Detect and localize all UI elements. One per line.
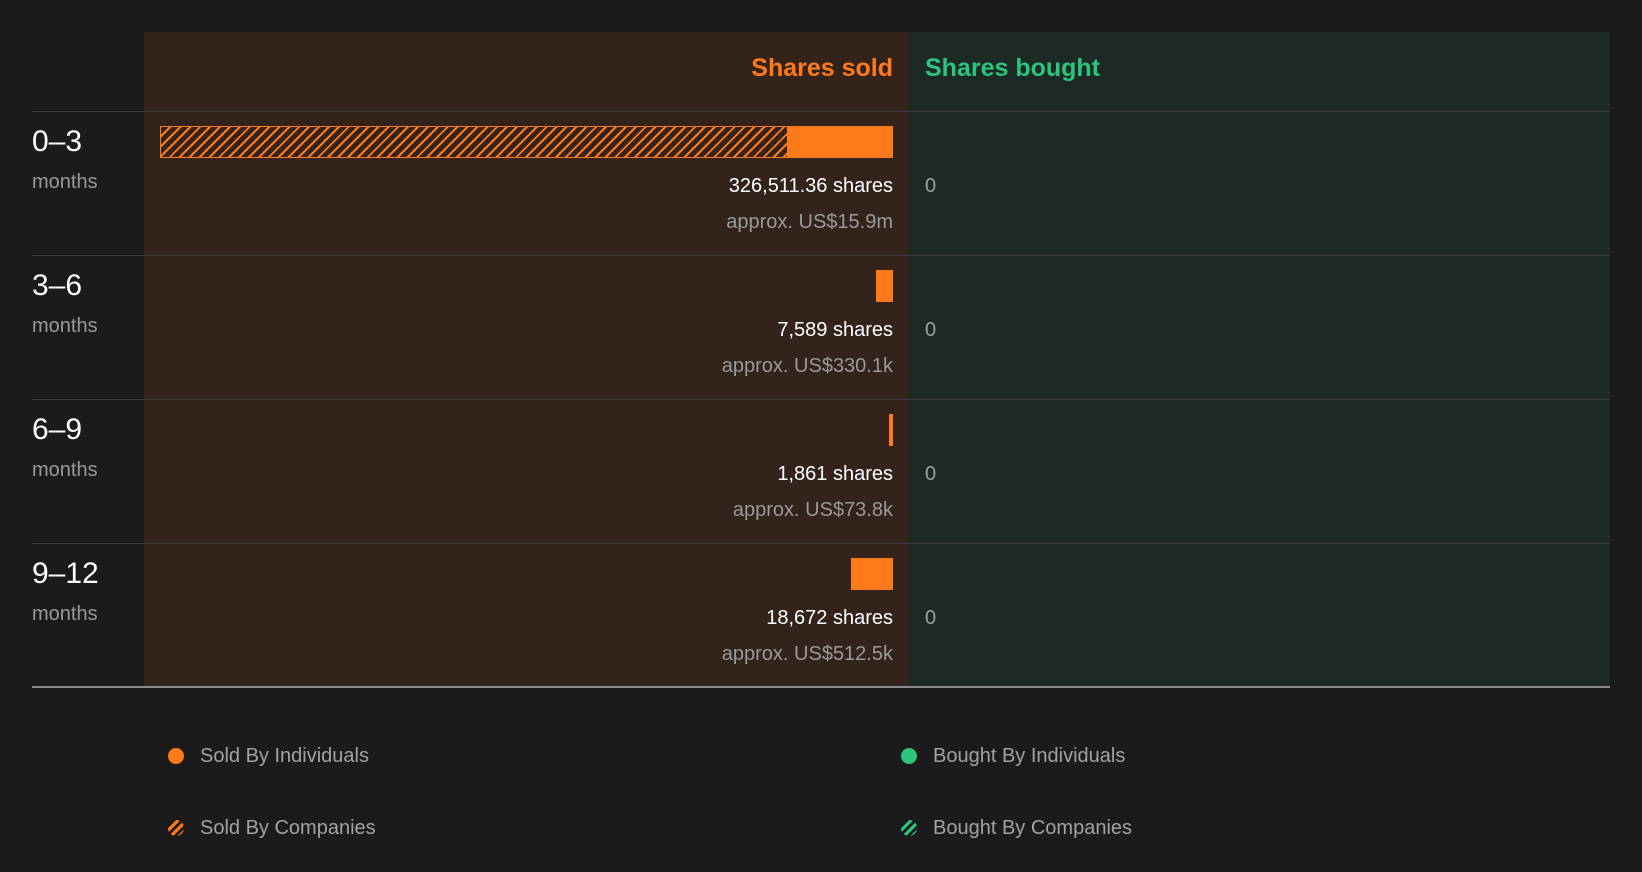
sold-by-companies-bar: [160, 126, 788, 158]
legend-bought-by-companies: Bought By Companies: [901, 814, 1132, 842]
period-unit-label: months: [32, 603, 98, 625]
shares-sold-value: 326,511.36 shares: [728, 175, 893, 197]
shares-bought-value: 0: [925, 463, 937, 485]
period-unit-label: months: [32, 459, 98, 481]
shares-sold-header: Shares sold: [751, 54, 893, 82]
period-unit-label: months: [32, 315, 98, 337]
period-row: 9–12 months 18,672 shares approx. US$512…: [0, 543, 1642, 687]
sold-bar-track: [160, 414, 893, 446]
solid-orange-dot-icon: [168, 748, 184, 764]
sold-by-individuals-bar: [851, 558, 893, 590]
legend-label: Sold By Companies: [200, 816, 376, 839]
legend-label: Sold By Individuals: [200, 744, 369, 767]
shares-sold-approx-value: approx. US$512.5k: [721, 643, 893, 665]
shares-bought-value: 0: [925, 607, 937, 629]
sold-bar-track: [160, 126, 893, 158]
sold-by-individuals-bar: [888, 414, 893, 446]
sold-by-individuals-bar: [787, 126, 893, 158]
sold-bar-track: [160, 270, 893, 302]
period-range-label: 0–3: [32, 125, 83, 158]
period-unit-label: months: [32, 171, 98, 193]
period-range-label: 6–9: [32, 413, 83, 446]
sold-bar-track: [160, 558, 893, 590]
shares-sold-approx-value: approx. US$15.9m: [726, 211, 893, 233]
period-range-label: 9–12: [32, 557, 99, 590]
legend-sold-by-individuals: Sold By Individuals: [168, 742, 369, 770]
shares-sold-value: 7,589 shares: [777, 319, 893, 341]
period-row: 6–9 months 1,861 shares approx. US$73.8k…: [0, 399, 1642, 543]
shares-sold-value: 1,861 shares: [777, 463, 893, 485]
period-row: 0–3 months 326,511.36 shares approx. US$…: [0, 111, 1642, 255]
hatched-orange-dot-icon: [168, 820, 184, 836]
legend-label: Bought By Companies: [933, 816, 1133, 839]
chart-bottom-divider: [32, 686, 1610, 688]
hatched-green-dot-icon: [901, 820, 917, 836]
sold-by-individuals-bar: [875, 270, 893, 302]
period-row: 3–6 months 7,589 shares approx. US$330.1…: [0, 255, 1642, 399]
legend-sold-by-companies: Sold By Companies: [168, 814, 376, 842]
shares-sold-value: 18,672 shares: [766, 607, 893, 629]
shares-bought-value: 0: [925, 175, 937, 197]
insider-trading-chart: Shares sold Shares bought 0–3 months 326…: [0, 0, 1642, 872]
solid-green-dot-icon: [901, 748, 917, 764]
legend-label: Bought By Individuals: [933, 744, 1126, 767]
shares-bought-header: Shares bought: [925, 54, 1101, 82]
shares-sold-approx-value: approx. US$330.1k: [721, 355, 893, 377]
legend-bought-by-individuals: Bought By Individuals: [901, 742, 1125, 770]
period-range-label: 3–6: [32, 269, 83, 302]
shares-bought-value: 0: [925, 319, 937, 341]
shares-sold-approx-value: approx. US$73.8k: [732, 499, 893, 521]
